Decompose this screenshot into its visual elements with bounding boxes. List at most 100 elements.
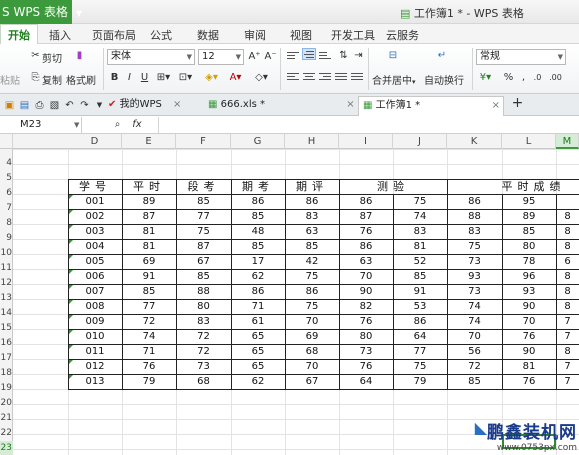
align-right-icon[interactable] bbox=[318, 71, 332, 83]
undo-icon[interactable]: ↶ bbox=[62, 98, 77, 113]
row-header-23[interactable]: 23 bbox=[0, 441, 13, 455]
align-bottom-icon[interactable] bbox=[318, 50, 332, 62]
copy-button[interactable]: 复制 bbox=[42, 72, 62, 87]
column-header-h[interactable]: H bbox=[285, 134, 339, 149]
row-header-18[interactable]: 18 bbox=[0, 366, 13, 381]
tab-developer[interactable]: 开发工具 bbox=[331, 27, 375, 43]
close-icon[interactable]: × bbox=[492, 97, 500, 115]
tab-review[interactable]: 审阅 bbox=[244, 27, 266, 43]
row-header-8[interactable]: 8 bbox=[0, 216, 13, 231]
print-icon[interactable]: ⎙ bbox=[32, 98, 47, 113]
row-header-16[interactable]: 16 bbox=[0, 336, 13, 351]
table-cell: 78 bbox=[522, 256, 536, 267]
insert-function-button[interactable]: fx bbox=[128, 117, 146, 132]
merge-center-button[interactable]: 合并居中▾ bbox=[372, 72, 416, 87]
paste-button[interactable]: 粘贴 bbox=[0, 72, 20, 87]
column-header-e[interactable]: E bbox=[122, 134, 176, 149]
decrease-decimal-icon[interactable]: .00 bbox=[548, 70, 563, 85]
column-header-j[interactable]: J bbox=[393, 134, 447, 149]
column-header-l[interactable]: L bbox=[502, 134, 556, 149]
new-tab-icon[interactable]: + bbox=[510, 96, 525, 111]
column-header-g[interactable]: G bbox=[231, 134, 285, 149]
font-color-icon[interactable]: A▾ bbox=[228, 70, 243, 85]
spreadsheet-grid[interactable]: D E F G H I J K L M 4 5 6 7 8 9 10 11 12 13 14 15 16 17 18 19 20 21… bbox=[0, 134, 579, 455]
format-painter-button[interactable]: 格式刷 bbox=[66, 72, 96, 87]
row-header-13[interactable]: 13 bbox=[0, 291, 13, 306]
row-header-5[interactable]: 5 bbox=[0, 171, 13, 186]
row-header-10[interactable]: 10 bbox=[0, 246, 13, 261]
fill-color-icon[interactable]: ◈▾ bbox=[204, 70, 219, 85]
format-painter-icon: ▮ bbox=[76, 50, 83, 61]
close-icon[interactable]: × bbox=[173, 99, 181, 110]
formula-input[interactable] bbox=[158, 117, 579, 133]
column-header-m[interactable]: M bbox=[556, 134, 579, 149]
thousands-separator-icon[interactable]: , bbox=[516, 70, 531, 85]
column-header-d[interactable]: D bbox=[68, 134, 122, 149]
name-box[interactable]: M23 ▼ bbox=[0, 117, 82, 133]
column-header-i[interactable]: I bbox=[339, 134, 393, 149]
tab-insert[interactable]: 插入 bbox=[49, 27, 71, 43]
doc-tab-my-wps[interactable]: ✔ 我的WPS × bbox=[104, 96, 185, 116]
table-cell: 87 bbox=[359, 211, 373, 222]
indent-icon[interactable]: ⇥ bbox=[351, 48, 366, 63]
app-menu-button[interactable]: S WPS 表格 ▼ bbox=[0, 0, 82, 24]
row-header-21[interactable]: 21 bbox=[0, 411, 13, 426]
doc-tab-workbook1[interactable]: ▦ 工作簿1 * × bbox=[358, 96, 504, 116]
cut-button[interactable]: 剪切 bbox=[42, 50, 62, 65]
font-name-select[interactable]: 宋体 ▼ bbox=[107, 49, 195, 65]
tab-data[interactable]: 数据 bbox=[197, 27, 219, 43]
save-icon[interactable]: ▤ bbox=[17, 98, 32, 113]
tab-formulas[interactable]: 公式 bbox=[150, 27, 172, 43]
align-middle-icon[interactable] bbox=[302, 48, 316, 60]
row-header-15[interactable]: 15 bbox=[0, 321, 13, 336]
wrap-text-button[interactable]: 自动换行 bbox=[424, 72, 464, 87]
grow-font-icon[interactable]: A⁺ bbox=[247, 49, 262, 64]
row-header-6[interactable]: 6 bbox=[0, 186, 13, 201]
column-header-k[interactable]: K bbox=[447, 134, 502, 149]
close-icon[interactable]: × bbox=[346, 99, 354, 110]
percent-icon[interactable]: % bbox=[501, 70, 516, 85]
currency-icon[interactable]: ¥▾ bbox=[478, 70, 493, 85]
row-header-17[interactable]: 17 bbox=[0, 351, 13, 366]
justify-icon[interactable] bbox=[334, 71, 348, 83]
font-size-select[interactable]: 12 ▼ bbox=[198, 49, 244, 65]
row-header-7[interactable]: 7 bbox=[0, 201, 13, 216]
align-left-icon[interactable] bbox=[286, 71, 300, 83]
row-header-12[interactable]: 12 bbox=[0, 276, 13, 291]
text-orientation-icon[interactable]: ⇅ bbox=[336, 48, 351, 63]
bold-button[interactable]: B bbox=[107, 70, 122, 85]
redo-icon[interactable]: ↷ bbox=[77, 98, 92, 113]
zoom-search-icon[interactable]: ⌕ bbox=[110, 117, 125, 132]
row-header-4[interactable]: 4 bbox=[0, 156, 13, 171]
row-header-19[interactable]: 19 bbox=[0, 381, 13, 396]
sheet-file-icon: ▦ bbox=[363, 100, 373, 111]
borders-icon[interactable]: ⊞▾ bbox=[156, 70, 171, 85]
row-header-22[interactable]: 22 bbox=[0, 426, 13, 441]
distributed-align-icon[interactable] bbox=[350, 71, 364, 83]
tab-view[interactable]: 视图 bbox=[290, 27, 312, 43]
table-cell: 8 bbox=[564, 301, 571, 312]
preview-icon[interactable]: ▧ bbox=[47, 98, 62, 113]
tab-home[interactable]: 开始 bbox=[0, 24, 38, 45]
clear-format-icon[interactable]: ◇▾ bbox=[254, 70, 269, 85]
table-cell: 8 bbox=[564, 286, 571, 297]
row-header-14[interactable]: 14 bbox=[0, 306, 13, 321]
row-header-20[interactable]: 20 bbox=[0, 396, 13, 411]
underline-button[interactable]: U bbox=[137, 70, 152, 85]
folder-icon[interactable]: ▣ bbox=[2, 98, 17, 113]
doc-tab-666-xls[interactable]: ▦ 666.xls * × bbox=[204, 96, 359, 116]
align-top-icon[interactable] bbox=[286, 50, 300, 62]
select-all-corner[interactable] bbox=[0, 134, 13, 149]
row-header-11[interactable]: 11 bbox=[0, 261, 13, 276]
number-format-select[interactable]: 常规 ▼ bbox=[476, 49, 566, 65]
column-header-f[interactable]: F bbox=[176, 134, 231, 149]
wps-logo: S bbox=[2, 5, 10, 19]
italic-button[interactable]: I bbox=[122, 70, 137, 85]
align-center-icon[interactable] bbox=[302, 71, 316, 83]
shrink-font-icon[interactable]: A⁻ bbox=[263, 49, 278, 64]
tab-page-layout[interactable]: 页面布局 bbox=[92, 27, 136, 43]
increase-decimal-icon[interactable]: .0 bbox=[530, 70, 545, 85]
tab-cloud[interactable]: 云服务 bbox=[386, 27, 419, 43]
row-header-9[interactable]: 9 bbox=[0, 231, 13, 246]
merge-cells-icon[interactable]: ⊡▾ bbox=[178, 70, 193, 85]
